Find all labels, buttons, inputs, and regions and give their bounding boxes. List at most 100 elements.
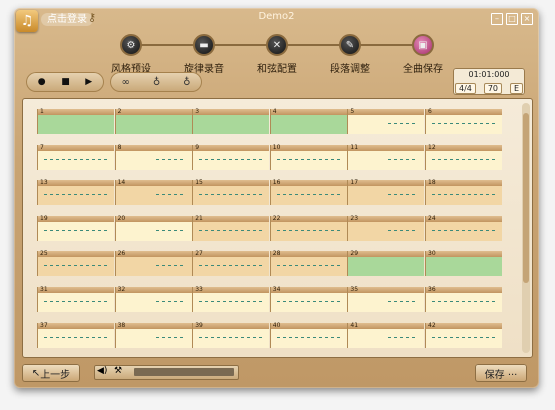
bar-number: 20 bbox=[117, 214, 126, 222]
record-icon[interactable]: ● bbox=[38, 77, 46, 87]
bar-cell[interactable]: 3 bbox=[192, 108, 270, 134]
bar-cell[interactable]: 35 bbox=[347, 286, 425, 312]
bar-cell[interactable]: 20 bbox=[114, 214, 192, 241]
step-label: 全曲保存 bbox=[403, 64, 443, 75]
step-melody-record[interactable]: ▬ 旋律录音 bbox=[169, 34, 239, 75]
bar-number: 17 bbox=[350, 179, 359, 187]
bar-number: 33 bbox=[195, 286, 203, 293]
bar-body bbox=[348, 186, 425, 206]
bar-cell[interactable]: 21 bbox=[192, 215, 270, 241]
bar-cell[interactable]: 39 bbox=[192, 322, 270, 348]
tool-icon[interactable]: ⚒ bbox=[114, 366, 122, 376]
bar-cell[interactable]: 25 bbox=[37, 250, 114, 277]
bar-cell[interactable]: 17 bbox=[347, 179, 425, 206]
bar-cell[interactable]: 10 bbox=[269, 143, 347, 170]
bar-cell[interactable]: 32 bbox=[114, 286, 192, 312]
bar-body bbox=[38, 328, 114, 348]
bar-cell[interactable]: 38 bbox=[114, 322, 192, 348]
bar-cell[interactable]: 7 bbox=[37, 143, 114, 170]
time-display: 01:01:000 4/4 70 E bbox=[453, 68, 525, 95]
bar-cell[interactable]: 6 bbox=[425, 108, 502, 134]
bar-cell[interactable]: 26 bbox=[114, 250, 192, 277]
maximize-icon[interactable]: □ bbox=[506, 13, 518, 25]
save-icon: ▣ bbox=[412, 34, 434, 56]
bar-body bbox=[348, 328, 425, 348]
bar-number: 34 bbox=[272, 286, 281, 293]
step-style-preset[interactable]: ⚙ 风格预设 bbox=[96, 34, 166, 75]
bar-body bbox=[426, 293, 502, 312]
bar-number: 25 bbox=[40, 250, 48, 258]
bar-cell[interactable]: 31 bbox=[37, 286, 114, 312]
bar-number: 11 bbox=[350, 143, 359, 151]
bar-number: 22 bbox=[272, 214, 281, 222]
bar-cell[interactable]: 24 bbox=[425, 215, 502, 241]
tools-icon: ✕ bbox=[266, 34, 288, 56]
bar-number: 36 bbox=[428, 286, 436, 293]
step-chord-config[interactable]: ✕ 和弦配置 bbox=[242, 34, 312, 75]
bar-cell[interactable]: 30 bbox=[425, 250, 502, 277]
bar-cell[interactable]: 41 bbox=[347, 322, 425, 348]
speaker-icon[interactable]: ◀) bbox=[97, 366, 107, 376]
bar-body bbox=[115, 293, 192, 312]
bar-cell[interactable]: 9 bbox=[192, 144, 270, 170]
bar-cell[interactable]: 27 bbox=[192, 250, 270, 277]
note-line bbox=[432, 194, 496, 196]
close-icon[interactable]: × bbox=[521, 13, 533, 25]
bar-cell[interactable]: 13 bbox=[37, 179, 114, 206]
bar-body bbox=[38, 257, 114, 277]
bar-cell[interactable]: 14 bbox=[114, 179, 192, 206]
bar-cell[interactable]: 16 bbox=[269, 179, 347, 206]
bar-cell[interactable]: 36 bbox=[425, 286, 502, 312]
note-line bbox=[432, 301, 496, 302]
bar-cell[interactable]: 4 bbox=[269, 108, 347, 134]
bar-cell[interactable]: 1 bbox=[37, 108, 114, 134]
bar-cell[interactable]: 11 bbox=[347, 143, 425, 170]
note-line bbox=[44, 229, 108, 231]
link-icon[interactable]: ∞ bbox=[122, 77, 130, 88]
bar-cell[interactable]: 2 bbox=[114, 108, 192, 134]
bar-cell[interactable]: 5 bbox=[347, 108, 425, 134]
scrollbar-thumb[interactable] bbox=[523, 113, 529, 283]
back-label: 上一步 bbox=[40, 369, 71, 381]
bulb-icon[interactable]: ♁ bbox=[183, 77, 190, 88]
bar-body bbox=[270, 221, 347, 241]
vertical-scrollbar[interactable] bbox=[522, 103, 530, 353]
bar-cell[interactable]: 28 bbox=[269, 250, 347, 277]
bar-cell[interactable]: 19 bbox=[37, 214, 114, 241]
bar-body bbox=[193, 150, 270, 170]
bar-cell[interactable]: 42 bbox=[425, 322, 502, 348]
save-button[interactable]: 保存 ··· bbox=[475, 364, 527, 382]
step-full-save[interactable]: ▣ 全曲保存 bbox=[388, 34, 458, 75]
stop-icon[interactable]: ■ bbox=[61, 77, 70, 87]
bar-number: 19 bbox=[40, 214, 48, 222]
bar-cell[interactable]: 8 bbox=[114, 144, 192, 170]
bar-body bbox=[193, 328, 270, 348]
bar-cell[interactable]: 23 bbox=[347, 215, 425, 241]
bar-cell[interactable]: 34 bbox=[269, 286, 347, 312]
bar-cell[interactable]: 22 bbox=[269, 214, 347, 241]
back-button[interactable]: ↖ 上一步 bbox=[22, 364, 80, 382]
tempo-field[interactable]: 70 bbox=[483, 83, 502, 94]
bulb-icon[interactable]: ♁ bbox=[153, 77, 160, 88]
bar-cell[interactable]: 37 bbox=[37, 322, 114, 348]
bar-body bbox=[115, 221, 192, 241]
bar-number: 5 bbox=[350, 108, 355, 115]
bar-number: 10 bbox=[272, 143, 281, 151]
note-line bbox=[276, 265, 341, 267]
minimize-icon[interactable]: – bbox=[491, 13, 503, 25]
bar-body bbox=[426, 150, 502, 170]
bar-cell[interactable]: 40 bbox=[269, 322, 347, 348]
bar-cell[interactable]: 18 bbox=[425, 179, 502, 206]
note-line bbox=[276, 301, 341, 302]
bar-number: 7 bbox=[40, 143, 44, 151]
note-line bbox=[388, 301, 419, 302]
bar-cell[interactable]: 29 bbox=[347, 250, 425, 277]
meter-field[interactable]: 4/4 bbox=[455, 83, 476, 94]
key-field[interactable]: E bbox=[509, 83, 523, 94]
bar-cell[interactable]: 12 bbox=[425, 144, 502, 170]
bar-cell[interactable]: 33 bbox=[192, 286, 270, 312]
step-section-adjust[interactable]: ✎ 段落调整 bbox=[315, 34, 385, 75]
bar-cell[interactable]: 15 bbox=[192, 179, 270, 206]
play-icon[interactable]: ▶ bbox=[85, 77, 92, 87]
note-line bbox=[155, 265, 186, 267]
